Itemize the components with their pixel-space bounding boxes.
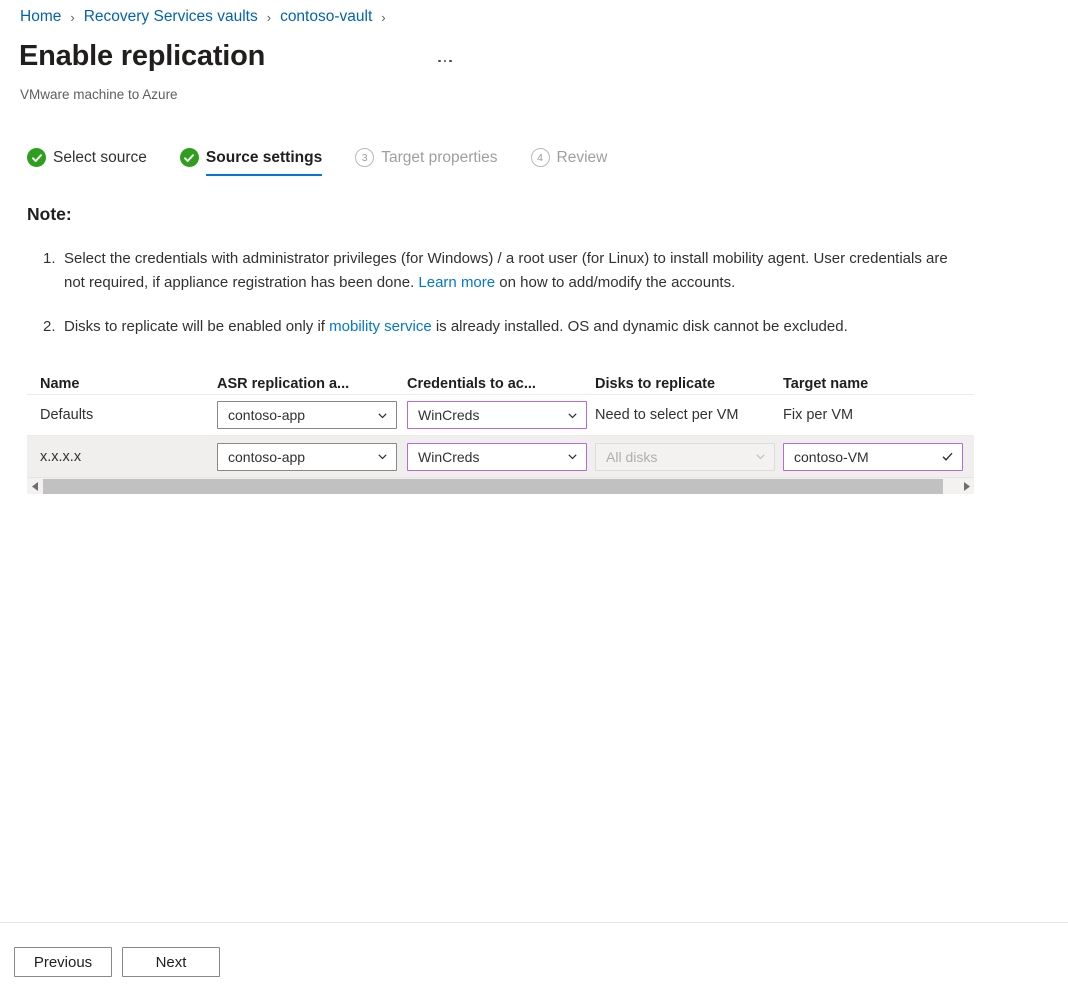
scroll-left-arrow-icon[interactable] [27, 478, 43, 495]
footer-actions: Previous Next [14, 947, 220, 977]
column-header-target-name: Target name [783, 376, 869, 392]
note-heading: Note: [27, 204, 72, 224]
note-item: 2. Disks to replicate will be enabled onl… [27, 315, 957, 339]
input-value: contoso-VM [794, 448, 869, 465]
chevron-down-icon [378, 454, 387, 460]
step-number-circle-icon: 4 [530, 148, 550, 167]
target-name-cell: contoso-VM [783, 442, 971, 471]
learn-more-link[interactable]: Learn more [418, 274, 495, 291]
mobility-service-link[interactable]: mobility service [329, 318, 432, 335]
step-label: Target properties [381, 148, 498, 166]
disks-to-replicate-text: Need to select per VM [595, 407, 739, 423]
more-options-icon[interactable] [432, 50, 458, 72]
dropdown-value: WinCreds [418, 448, 480, 465]
note-list: 1. Select the credentials with administra… [27, 247, 957, 339]
check-circle-icon [27, 148, 46, 167]
disks-to-replicate-dropdown-vm: All disks [595, 442, 775, 471]
breadcrumb-item-home[interactable]: Home [20, 8, 61, 26]
credentials-cell: WinCreds [407, 401, 595, 429]
dropdown-value: WinCreds [418, 407, 480, 423]
source-settings-table: Name ASR replication a... Credentials to… [27, 362, 974, 494]
table-row: Defaults contoso-app WinCreds Need to se… [27, 395, 974, 436]
scroll-right-arrow-icon[interactable] [958, 478, 974, 495]
step-number-circle-icon: 3 [355, 148, 375, 167]
page-title: Enable replication [19, 40, 266, 72]
check-circle-icon [179, 148, 199, 167]
note-text: Disks to replicate will be enabled only … [64, 318, 330, 335]
asr-replication-policy-cell: contoso-app [217, 442, 407, 471]
breadcrumb-separator-icon: › [70, 9, 75, 25]
column-header-credentials: Credentials to ac... [407, 376, 536, 392]
breadcrumb-separator-icon: › [266, 9, 272, 25]
chevron-down-icon [756, 454, 765, 460]
previous-button[interactable]: Previous [14, 947, 112, 977]
step-review[interactable]: 4 Review [530, 148, 608, 179]
step-label: Source settings [205, 148, 323, 166]
disks-to-replicate-cell: All disks [595, 442, 783, 471]
step-target-properties[interactable]: 3 Target properties [355, 148, 498, 179]
row-name: Defaults [40, 407, 94, 423]
note-item: 1. Select the credentials with administra… [27, 247, 957, 295]
dropdown-value: contoso-app [228, 448, 306, 465]
credentials-dropdown-defaults[interactable]: WinCreds [407, 401, 587, 429]
breadcrumb-item-recovery-services-vaults[interactable]: Recovery Services vaults [84, 8, 258, 26]
credentials-dropdown-vm[interactable]: WinCreds [407, 442, 587, 471]
dropdown-value: contoso-app [228, 407, 306, 423]
breadcrumb-separator-icon: › [381, 9, 386, 25]
column-header-asr: ASR replication a... [217, 376, 350, 392]
column-header-disks: Disks to replicate [595, 376, 716, 392]
breadcrumb-item-contoso-vault[interactable]: contoso-vault [280, 8, 372, 26]
asr-replication-policy-cell: contoso-app [217, 401, 407, 429]
enable-replication-page: Home › Recovery Services vaults › contos… [0, 0, 1068, 990]
breadcrumb: Home › Recovery Services vaults › contos… [20, 8, 395, 26]
note-text-after: is already installed. OS and dynamic dis… [431, 318, 848, 335]
footer-divider [0, 922, 1068, 923]
step-source-settings[interactable]: Source settings [179, 148, 323, 179]
step-select-source[interactable]: Select source [27, 148, 147, 179]
checkmark-icon [942, 452, 953, 461]
column-header-name: Name [40, 376, 80, 392]
chevron-down-icon [378, 412, 387, 418]
step-label: Select source [53, 148, 147, 166]
scrollbar-thumb[interactable] [43, 478, 944, 494]
wizard-steps: Select source Source settings 3 Target p… [27, 148, 607, 179]
dropdown-value: All disks [606, 448, 658, 465]
target-name-input-vm[interactable]: contoso-VM [783, 442, 963, 471]
active-step-underline [205, 173, 323, 176]
table-row: x.x.x.x contoso-app WinCreds All disks c… [27, 436, 974, 477]
horizontal-scrollbar[interactable] [27, 477, 974, 494]
page-subtitle: VMware machine to Azure [20, 87, 178, 102]
table-header-row: Name ASR replication a... Credentials to… [27, 362, 974, 395]
asr-replication-policy-dropdown-defaults[interactable]: contoso-app [217, 401, 397, 429]
target-name-text: Fix per VM [783, 407, 854, 423]
next-button[interactable]: Next [122, 947, 220, 977]
scrollbar-track[interactable] [43, 478, 958, 495]
row-name: x.x.x.x [40, 448, 82, 465]
asr-replication-policy-dropdown-vm[interactable]: contoso-app [217, 442, 397, 471]
chevron-down-icon [568, 454, 577, 460]
chevron-down-icon [568, 412, 577, 418]
credentials-cell: WinCreds [407, 442, 595, 471]
step-label: Review [556, 148, 608, 166]
note-number: 2. [43, 318, 56, 335]
note-number: 1. [43, 250, 56, 267]
note-text-after: on how to add/modify the accounts. [495, 274, 736, 291]
